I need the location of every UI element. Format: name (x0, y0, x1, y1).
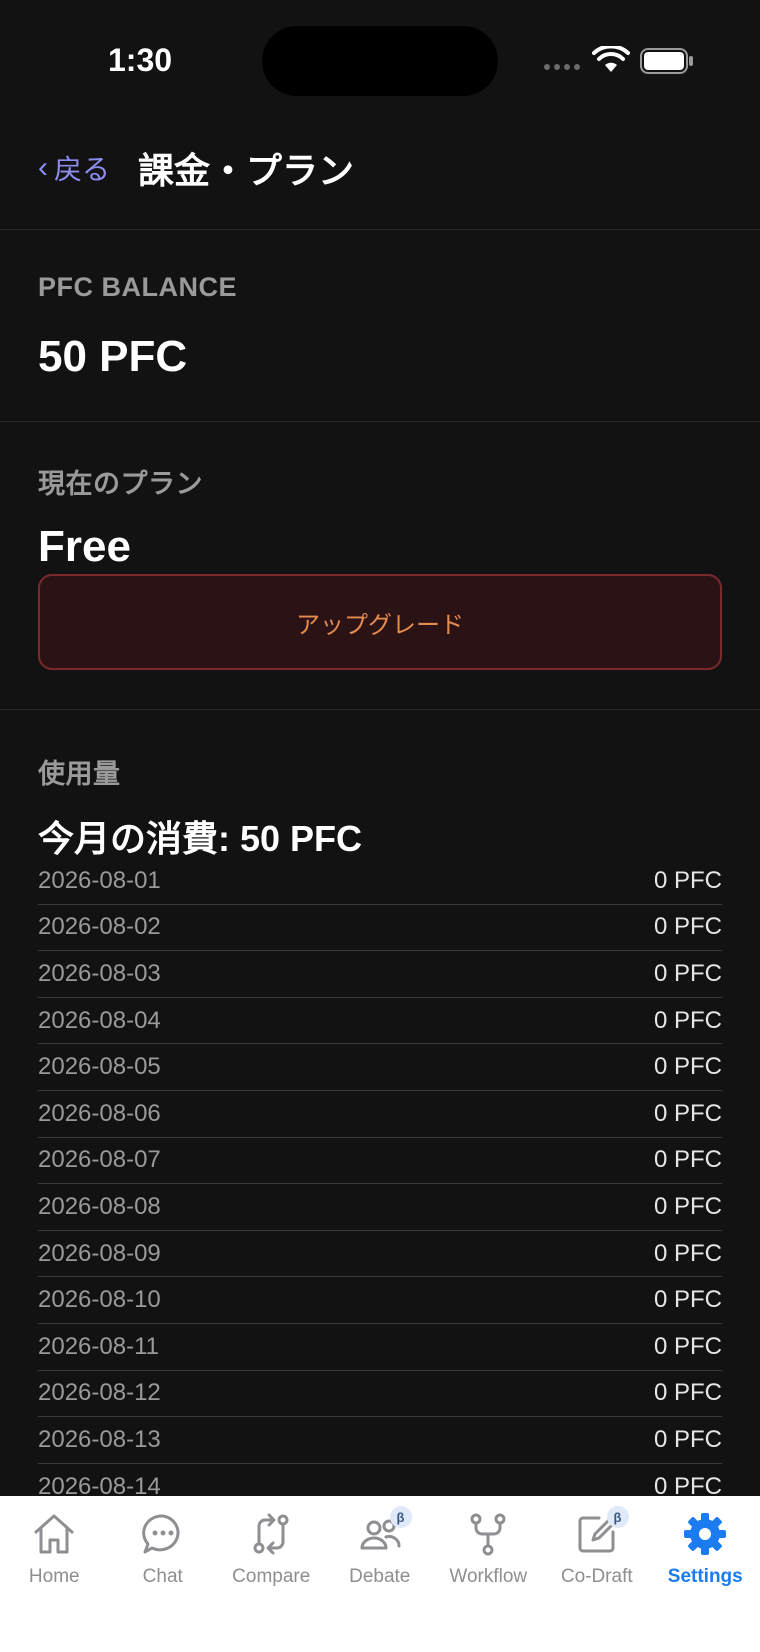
usage-row: 2026-08-13 0 PFC (38, 1417, 722, 1464)
usage-amount: 0 PFC (653, 1006, 722, 1034)
tab-label: Debate (349, 1566, 411, 1587)
balance-label: PFC BALANCE (38, 272, 237, 302)
cellular-signal-icon (544, 64, 580, 70)
tab-label: Workflow (449, 1566, 528, 1587)
usage-date: 2026-08-02 (38, 913, 161, 941)
balance-section: PFC BALANCE 50 PFC (0, 230, 760, 422)
usage-list[interactable]: 2026-08-01 0 PFC 2026-08-02 0 PFC 2026-08-… (38, 858, 722, 1511)
back-button[interactable]: ‹ 戻る (38, 148, 110, 188)
status-time: 1:30 (108, 42, 173, 78)
usage-amount: 0 PFC (653, 1053, 722, 1081)
chat-bubble-icon (141, 1514, 180, 1554)
tab-label: Settings (667, 1566, 743, 1587)
tab-bar: Home Chat Compare β Debate Workflow β Co… (0, 1496, 760, 1652)
usage-date: 2026-08-08 (38, 1192, 161, 1220)
usage-amount: 0 PFC (653, 959, 722, 987)
usage-row: 2026-08-01 0 PFC (38, 858, 722, 905)
tab-label: Compare (232, 1566, 311, 1587)
tab-label: Co-Draft (560, 1566, 633, 1587)
usage-row: 2026-08-11 0 PFC (38, 1324, 722, 1371)
tab-settings[interactable]: Settings (651, 1510, 760, 1588)
usage-date: 2026-08-06 (38, 1099, 161, 1127)
tab-chat[interactable]: Chat (109, 1510, 218, 1588)
usage-date: 2026-08-13 (38, 1425, 161, 1453)
usage-amount: 0 PFC (653, 1332, 722, 1360)
tab-label: Chat (142, 1566, 183, 1587)
plan-value: Free (38, 522, 131, 571)
usage-row: 2026-08-10 0 PFC (38, 1277, 722, 1324)
usage-row: 2026-08-05 0 PFC (38, 1044, 722, 1091)
usage-row: 2026-08-09 0 PFC (38, 1231, 722, 1278)
usage-amount: 0 PFC (653, 1146, 722, 1174)
chevron-left-icon: ‹ (38, 151, 48, 184)
plan-section: 現在のプラン Free アップグレード (0, 422, 760, 710)
tab-compare[interactable]: Compare (217, 1510, 326, 1588)
usage-date: 2026-08-09 (38, 1239, 161, 1267)
dynamic-island (262, 26, 498, 96)
tab-home[interactable]: Home (0, 1510, 109, 1588)
usage-amount: 0 PFC (653, 1099, 722, 1127)
billing-plan-screen: 1:30 ‹ 戻る 課金・プラン PFC BALANCE 50 PFC 現在のプ… (0, 0, 760, 1652)
usage-row: 2026-08-02 0 PFC (38, 905, 722, 952)
beta-badge: β (606, 1506, 629, 1528)
usage-row: 2026-08-04 0 PFC (38, 998, 722, 1045)
balance-value: 50 PFC (38, 332, 188, 381)
usage-amount: 0 PFC (653, 1425, 722, 1453)
gear-icon (684, 1513, 727, 1555)
tab-debate[interactable]: β Debate (326, 1506, 435, 1588)
status-bar: 1:30 (0, 0, 760, 120)
usage-amount: 0 PFC (653, 866, 722, 894)
beta-badge: β (389, 1506, 412, 1528)
tab-workflow[interactable]: Workflow (434, 1510, 543, 1588)
back-label: 戻る (54, 154, 111, 185)
tab-label: Home (28, 1566, 80, 1587)
usage-date: 2026-08-07 (38, 1146, 161, 1174)
battery-icon (640, 48, 693, 74)
usage-amount: 0 PFC (653, 913, 722, 941)
plan-label: 現在のプラン (38, 469, 203, 499)
usage-amount: 0 PFC (653, 1192, 722, 1220)
usage-row: 2026-08-08 0 PFC (38, 1184, 722, 1231)
usage-row: 2026-08-07 0 PFC (38, 1138, 722, 1185)
usage-section: 使用量 今月の消費: 50 PFC 2026-08-01 0 PFC 2026-0… (0, 710, 760, 1511)
usage-date: 2026-08-01 (38, 866, 161, 894)
usage-label: 使用量 (38, 759, 121, 789)
wifi-icon (592, 46, 630, 72)
usage-date: 2026-08-03 (38, 959, 161, 987)
usage-date: 2026-08-05 (38, 1053, 161, 1081)
upgrade-button[interactable]: アップグレード (38, 574, 722, 670)
branch-icon (470, 1513, 506, 1556)
usage-amount: 0 PFC (653, 1286, 722, 1314)
usage-amount: 0 PFC (653, 1239, 722, 1267)
usage-date: 2026-08-10 (38, 1286, 161, 1314)
page-title: 課金・プラン (138, 150, 355, 191)
usage-row: 2026-08-12 0 PFC (38, 1371, 722, 1418)
usage-date: 2026-08-11 (38, 1332, 159, 1360)
usage-date: 2026-08-04 (38, 1006, 161, 1034)
usage-row: 2026-08-03 0 PFC (38, 951, 722, 998)
usage-total: 今月の消費: 50 PFC (38, 818, 363, 859)
house-icon (34, 1514, 74, 1554)
usage-row: 2026-08-06 0 PFC (38, 1091, 722, 1138)
nav-header: ‹ 戻る 課金・プラン (0, 120, 760, 230)
tab-co-draft[interactable]: β Co-Draft (543, 1506, 652, 1588)
usage-date: 2026-08-12 (38, 1379, 161, 1407)
compare-arrows-icon (253, 1513, 289, 1555)
usage-amount: 0 PFC (653, 1379, 722, 1407)
